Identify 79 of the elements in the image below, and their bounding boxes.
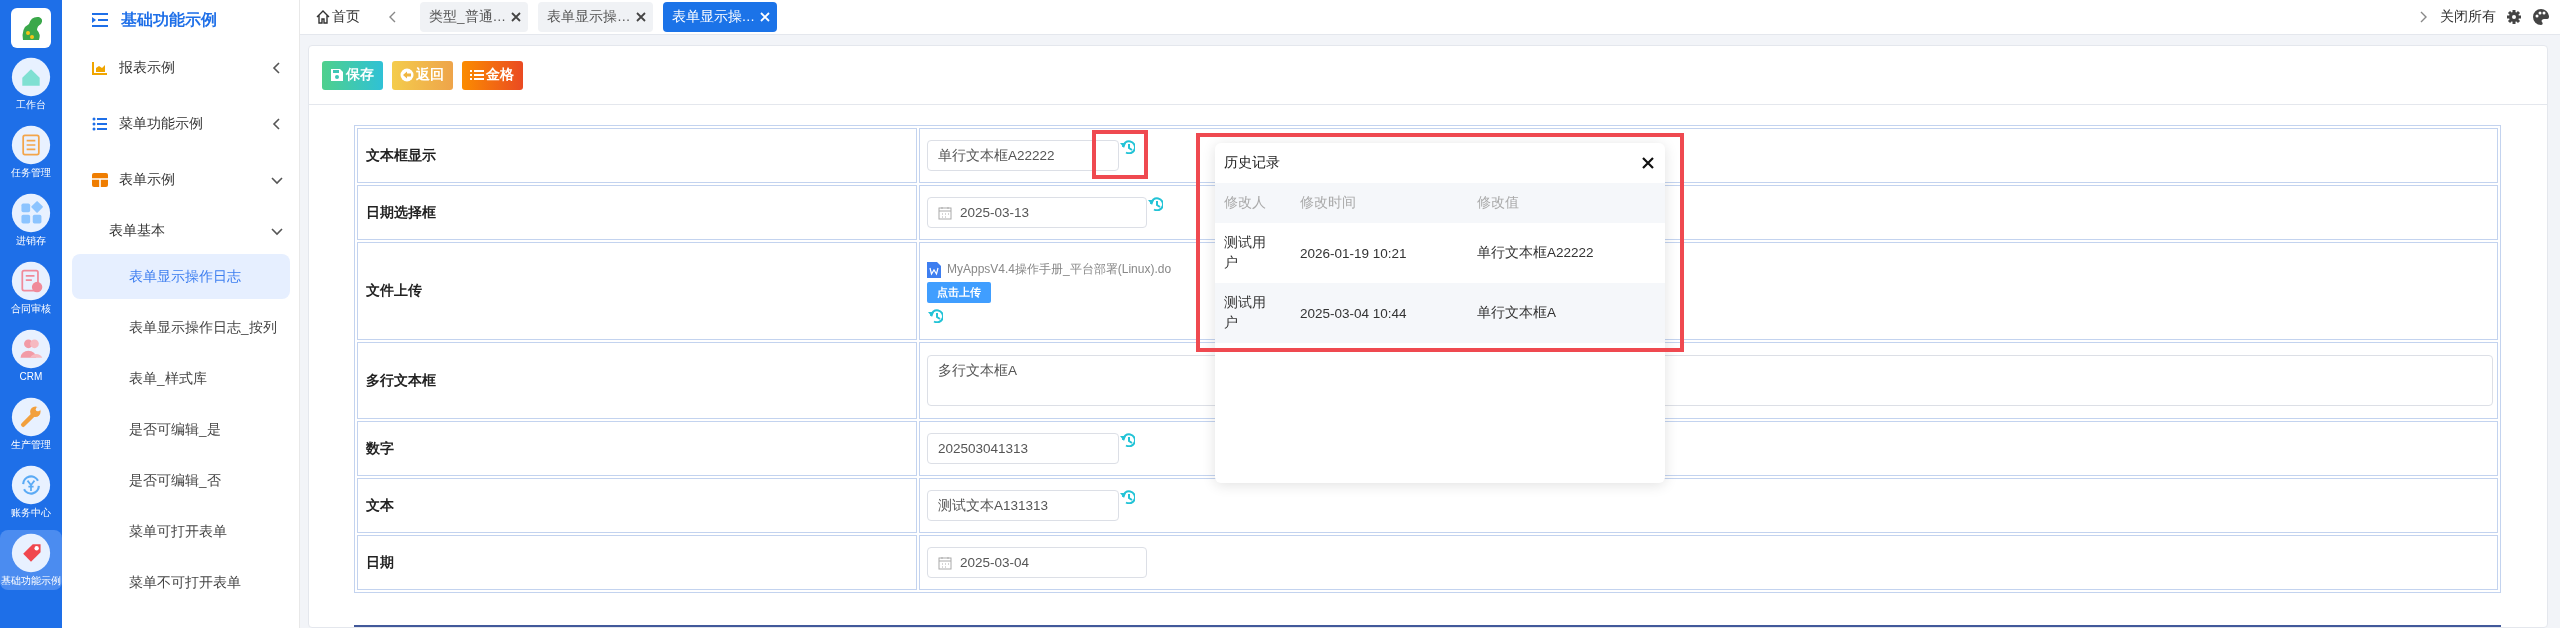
rail-item[interactable]: 账务中心 [0, 462, 62, 522]
document-icon [11, 261, 51, 301]
field-label: 日期 [366, 554, 394, 570]
home-tab[interactable]: 首页 [316, 8, 360, 26]
menu-group[interactable]: 表单示例 [62, 152, 299, 208]
history-icon[interactable] [1147, 195, 1163, 211]
close-icon [1641, 156, 1655, 170]
history-icon[interactable] [1119, 431, 1135, 447]
table-cell-text: 2026-01-19 10:21 [1299, 245, 1408, 261]
menu-item[interactable]: 表单_样式库 [72, 356, 290, 401]
field-label: 日期选择框 [366, 204, 436, 220]
close-icon [510, 11, 522, 23]
table-cell-text: 测试用户 [1223, 234, 1267, 272]
tab[interactable]: 表单显示操… [662, 2, 777, 32]
table-cell-text: 2025-03-04 10:44 [1299, 305, 1408, 321]
palette-icon [2532, 8, 2550, 26]
close-icon [634, 11, 647, 23]
list-icon [91, 115, 109, 133]
menu-item[interactable]: 是否可编辑_是 [72, 407, 290, 452]
rail-item[interactable]: CRM [0, 326, 62, 386]
input-field[interactable]: 2025-03-04 [927, 547, 1147, 578]
document-icon [927, 261, 941, 278]
input-field[interactable]: 2025-03-13 [927, 197, 1147, 228]
cycle-icon [11, 465, 51, 505]
close-icon [759, 11, 771, 23]
chart-icon [91, 59, 109, 77]
tab[interactable]: 类型_普通… [420, 2, 528, 32]
menu-item[interactable]: 表单显示操作日志 [72, 254, 290, 299]
tag-icon [11, 533, 51, 573]
history-icon[interactable] [1119, 138, 1135, 154]
rail-item[interactable]: 进销存 [0, 190, 62, 250]
menu-item[interactable]: 菜单可打开表单 [72, 509, 290, 554]
history-icon[interactable] [1119, 488, 1135, 504]
clipboard-icon [11, 125, 51, 165]
field-label: 文件上传 [366, 283, 422, 298]
menu-collapse-icon [91, 11, 109, 29]
field-label: 数字 [366, 440, 394, 456]
column-header: 修改时间 [1299, 194, 1357, 212]
menu-group[interactable]: 菜单功能示例 [62, 96, 299, 152]
menu-item[interactable]: 是否可编辑_否 [72, 458, 290, 503]
menu-group[interactable]: 报表示例 [62, 40, 299, 96]
calendar-icon [938, 555, 952, 570]
rail-item[interactable]: 合同审核 [0, 258, 62, 318]
back-icon [400, 68, 414, 82]
input-field[interactable]: 测试文本A131313 [927, 490, 1119, 521]
input-field[interactable]: 单行文本框A22222 [927, 140, 1119, 171]
rail-item[interactable]: 工作台 [0, 54, 62, 114]
dialog-title: 历史记录 [1224, 154, 1280, 172]
table-cell-text: 单行文本框A [1476, 304, 1557, 322]
tab[interactable]: 表单显示操… [538, 2, 653, 32]
settings-icon [2506, 9, 2522, 25]
highlight-frame [1092, 130, 1148, 179]
table-cell-text: 单行文本框A22222 [1476, 244, 1595, 262]
logo-icon [11, 8, 51, 48]
house-icon [11, 57, 51, 97]
table-icon [91, 171, 109, 189]
rail-item[interactable]: 生产管理 [0, 394, 62, 454]
field-label: 文本 [366, 497, 394, 513]
table-cell-text: 测试用户 [1223, 294, 1267, 332]
save-icon [330, 68, 344, 82]
column-header: 修改人 [1223, 194, 1267, 212]
wrench-icon [11, 397, 51, 437]
calendar-icon [938, 205, 952, 220]
field-label: 多行文本框 [366, 372, 436, 388]
close-all-button[interactable]: 关闭所有 [2440, 8, 2496, 26]
input-field[interactable]: 202503041313 [927, 433, 1119, 464]
menu-group[interactable]: 表单基本 [62, 208, 299, 254]
home-icon [316, 10, 330, 24]
close-button[interactable] [1641, 156, 1655, 170]
column-header: 修改值 [1476, 194, 1520, 212]
file-link[interactable]: MyAppsV4.4操作手册_平台部署(Linux).do [947, 261, 1172, 278]
rail-item[interactable]: 任务管理 [0, 122, 62, 182]
menu-item[interactable]: 菜单不可打开表单 [72, 560, 290, 605]
menu-item[interactable]: 表单显示操作日志_按列 [72, 305, 290, 350]
list-icon [470, 68, 484, 82]
sidebar-title: 基础功能示例 [121, 9, 217, 30]
people-icon [11, 329, 51, 369]
field-label: 文本框显示 [366, 147, 436, 163]
grid-icon [11, 193, 51, 233]
